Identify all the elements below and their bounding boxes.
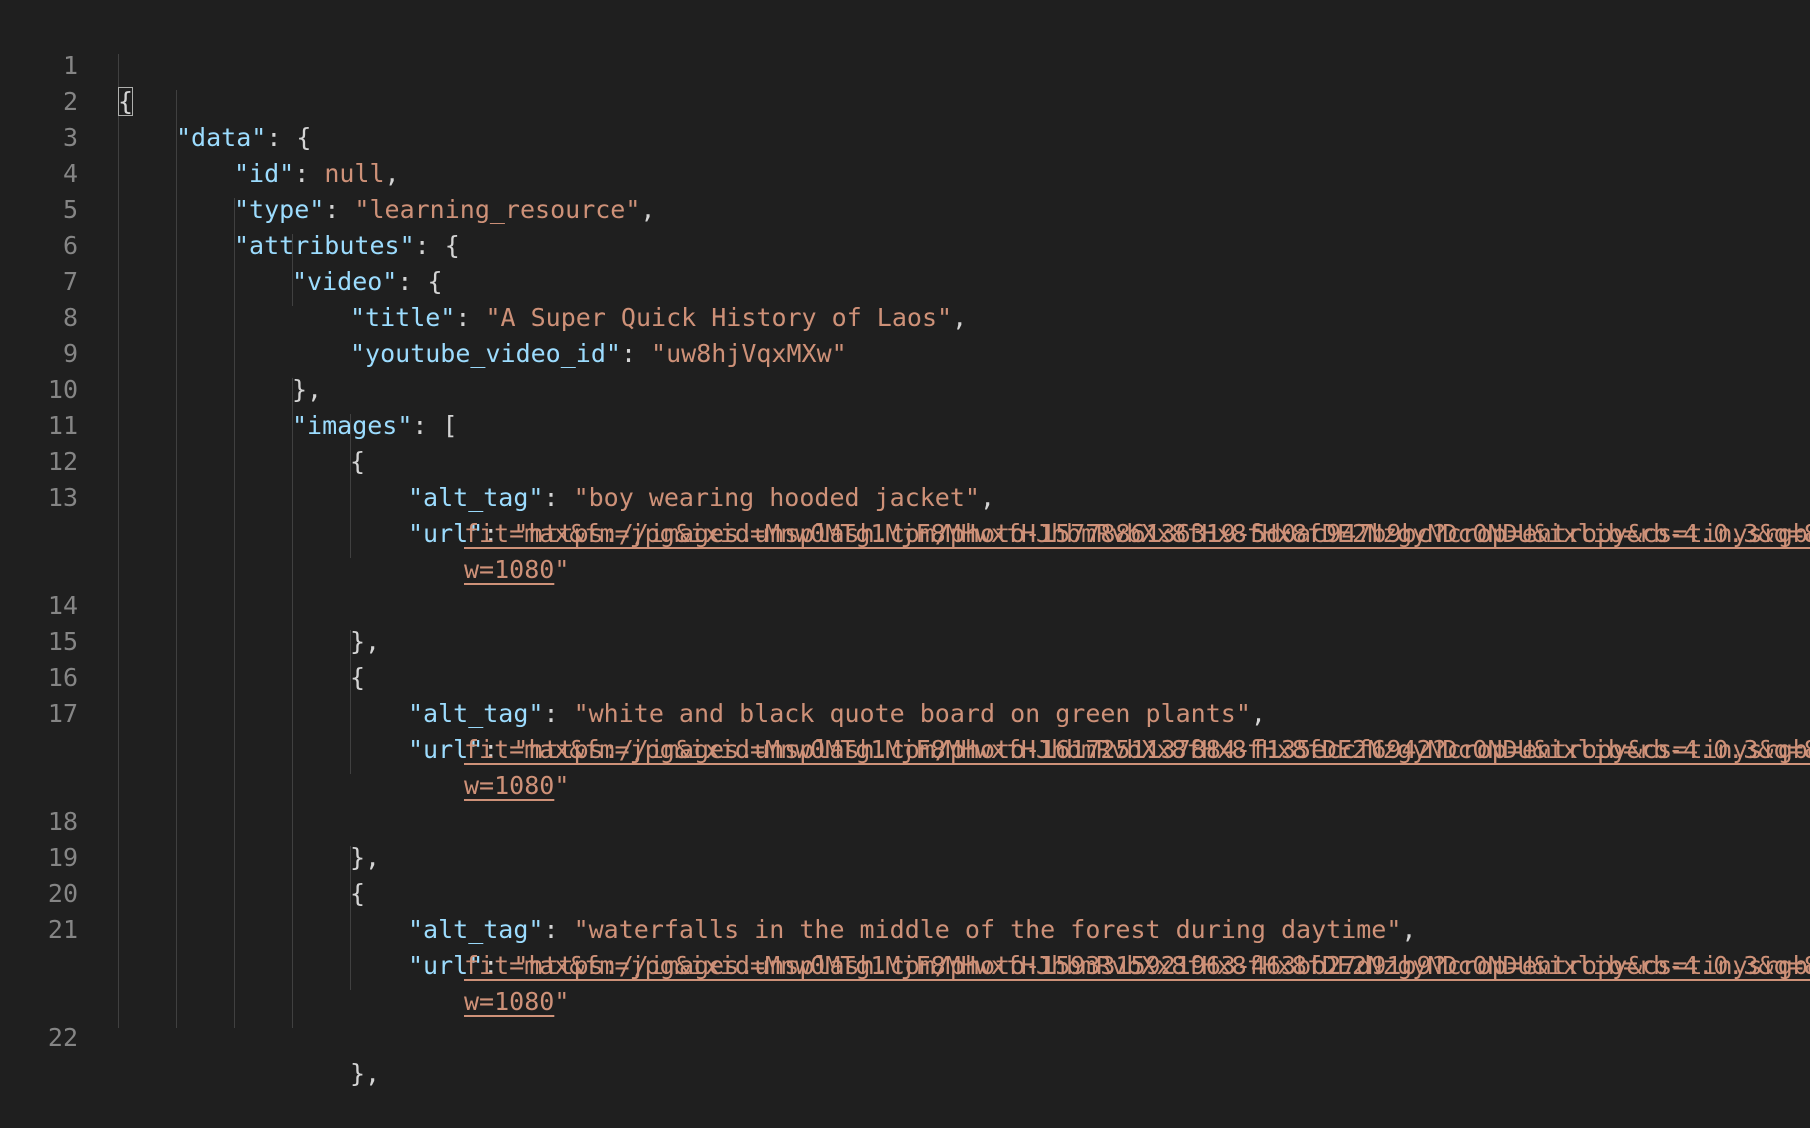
code-line[interactable]: 16 "alt_tag": "white and black quote boa… (0, 624, 1810, 728)
code-line-wrap[interactable]: w=1080" (0, 732, 1810, 800)
brace: }, (350, 1059, 381, 1088)
code-line[interactable]: 13 "url": "https://images.unsplash.com/p… (0, 444, 1810, 548)
code-line[interactable]: 9 }, (0, 300, 1810, 404)
code-line[interactable]: 6 "video": { (0, 192, 1810, 296)
code-line[interactable]: 3 "id": null, (0, 84, 1810, 188)
code-line[interactable]: 4 "type": "learning_resource", (0, 120, 1810, 224)
code-line[interactable]: 7 "title": "A Super Quick History of Lao… (0, 228, 1810, 332)
code-line[interactable]: 21 "url": "https://images.unsplash.com/p… (0, 876, 1810, 980)
code-line-wrap[interactable]: w=1080" (0, 948, 1810, 1016)
code-line[interactable]: 1 { (0, 12, 1810, 116)
code-line[interactable]: 19 { (0, 804, 1810, 908)
code-line[interactable]: 17 "url": "https://images.unsplash.com/p… (0, 660, 1810, 764)
code-line[interactable]: 22 }, (0, 984, 1810, 1088)
code-editor[interactable]: 1 { 2 "data": { 3 "id": null, 4 "type": … (0, 0, 1810, 1088)
code-line[interactable]: 18 }, (0, 768, 1810, 872)
code-line[interactable]: 5 "attributes": { (0, 156, 1810, 260)
code-line-wrap[interactable]: fit=max&fm=jpg&ixid=Mnw0MTg1MjF8MHwxfHJh… (0, 912, 1810, 980)
code-line[interactable]: 20 "alt_tag": "waterfalls in the middle … (0, 840, 1810, 944)
code-line-wrap[interactable]: w=1080" (0, 516, 1810, 584)
code-line[interactable]: 15 { (0, 588, 1810, 692)
code-line[interactable]: 2 "data": { (0, 48, 1810, 152)
code-line[interactable]: 11 { (0, 372, 1810, 476)
code-line[interactable]: 8 "youtube_video_id": "uw8hjVqxMXw" (0, 264, 1810, 368)
code-line[interactable]: 12 "alt_tag": "boy wearing hooded jacket… (0, 408, 1810, 512)
code-line[interactable]: 10 "images": [ (0, 336, 1810, 440)
code-line[interactable]: 14 }, (0, 552, 1810, 656)
code-line-wrap[interactable]: fit=max&fm=jpg&ixid=Mnw0MTg1MjF8MHwxfHJh… (0, 480, 1810, 548)
line-number: 22 (47, 1023, 78, 1052)
code-line-wrap[interactable]: fit=max&fm=jpg&ixid=Mnw0MTg1MjF8MHwxfHJh… (0, 696, 1810, 764)
